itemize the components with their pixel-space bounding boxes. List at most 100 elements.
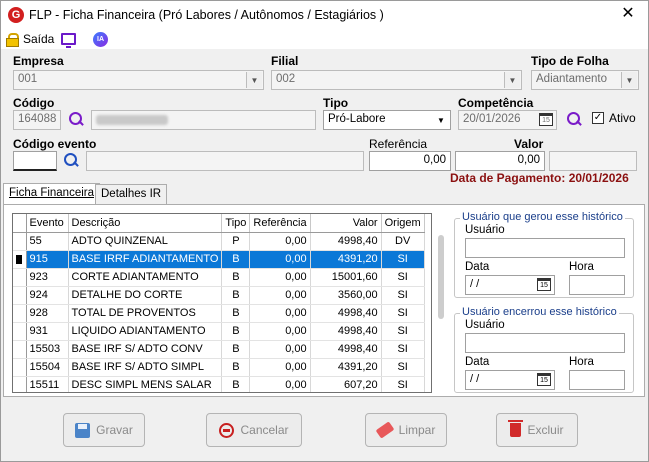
history-created-group: Usuário que gerou esse histórico Usuário… <box>454 211 634 298</box>
row-indicator <box>13 376 27 392</box>
table-header: Evento Descrição Tipo Referência Valor O… <box>13 214 425 233</box>
ativo-label: Ativo <box>609 111 636 125</box>
cell-referencia: 0,00 <box>249 304 311 323</box>
row-indicator <box>13 232 27 251</box>
closed-time-field[interactable] <box>569 370 625 390</box>
filial-value: 002 <box>276 73 296 85</box>
exit-button[interactable]: Saída <box>6 30 54 48</box>
codigo-label: Código <box>13 96 55 110</box>
table-row[interactable]: 15503 BASE IRF S/ ADTO CONV B 0,00 4998,40 SI <box>13 340 425 359</box>
tab-detalhes-ir[interactable]: Detalhes IR <box>95 184 168 205</box>
col-evento[interactable]: Evento <box>26 214 69 233</box>
created-user-field[interactable] <box>465 238 625 258</box>
table-row[interactable]: 55 ADTO QUINZENAL P 0,00 4998,40 DV <box>13 232 425 251</box>
created-date-field[interactable]: / / 15 <box>465 275 555 295</box>
cell-descricao: DESC SIMPL MENS SALAR <box>68 376 223 392</box>
cell-origem: SI <box>381 304 425 323</box>
empresa-select[interactable]: 001 ▼ <box>13 70 264 90</box>
tipo-folha-select[interactable]: Adiantamento ▼ <box>531 70 639 90</box>
col-origem[interactable]: Origem <box>381 214 425 233</box>
cell-evento: 55 <box>26 232 69 251</box>
table-row[interactable]: 931 LIQUIDO ADIANTAMENTO B 0,00 4998,40 SI <box>13 322 425 341</box>
cell-valor: 607,20 <box>310 376 382 392</box>
cell-origem: SI <box>381 358 425 377</box>
cell-referencia: 0,00 <box>249 268 311 287</box>
date-label: Data <box>465 356 490 368</box>
toolbar: Saída IA <box>1 29 648 49</box>
empresa-value: 001 <box>18 73 38 85</box>
delete-button[interactable]: Excluir <box>496 413 578 447</box>
filial-label: Filial <box>271 54 299 68</box>
history-closed-group: Usuário encerrou esse histórico Usuário … <box>454 306 634 393</box>
search-icon[interactable] <box>62 152 80 170</box>
empresa-label: Empresa <box>13 54 64 68</box>
clear-button[interactable]: Limpar <box>365 413 447 447</box>
monitor-button[interactable] <box>61 30 76 48</box>
col-tipo[interactable]: Tipo <box>221 214 251 233</box>
cell-origem: SI <box>381 268 425 287</box>
ativo-checkbox[interactable]: ✓ <box>592 112 604 124</box>
extra-field <box>549 151 637 171</box>
calendar-icon[interactable]: 15 <box>539 113 553 126</box>
cell-descricao: LIQUIDO ADIANTAMENTO <box>68 322 223 341</box>
events-grid[interactable]: Evento Descrição Tipo Referência Valor O… <box>12 213 432 393</box>
search-icon[interactable] <box>67 111 85 129</box>
search-icon[interactable] <box>565 111 583 129</box>
codigo-field[interactable]: 164088 <box>13 110 61 130</box>
col-valor[interactable]: Valor <box>310 214 382 233</box>
calendar-icon[interactable]: 15 <box>537 373 551 386</box>
cell-referencia: 0,00 <box>249 232 311 251</box>
save-button[interactable]: Gravar <box>63 413 145 447</box>
table-row[interactable]: 923 CORTE ADIANTAMENTO B 0,00 15001,60 SI <box>13 268 425 287</box>
save-label: Gravar <box>96 423 133 437</box>
created-time-field[interactable] <box>569 275 625 295</box>
closed-user-field[interactable] <box>465 333 625 353</box>
user-label: Usuário <box>465 224 505 236</box>
referencia-field[interactable]: 0,00 <box>369 151 451 171</box>
calendar-icon[interactable]: 15 <box>537 278 551 291</box>
table-row[interactable]: 924 DETALHE DO CORTE B 0,00 3560,00 SI <box>13 286 425 305</box>
cell-referencia: 0,00 <box>249 376 311 392</box>
codigo-evento-field[interactable] <box>13 151 57 171</box>
grid-scrollbar[interactable] <box>438 235 444 319</box>
competencia-field[interactable]: 20/01/2026 15 <box>458 110 557 130</box>
app-logo-icon: G <box>8 7 24 23</box>
table-row[interactable]: 928 TOTAL DE PROVENTOS B 0,00 4998,40 SI <box>13 304 425 323</box>
filial-select[interactable]: 002 ▼ <box>271 70 522 90</box>
closed-date-field[interactable]: / / 15 <box>465 370 555 390</box>
chevron-down-icon: ▼ <box>246 72 262 88</box>
ia-button[interactable]: IA <box>93 30 108 48</box>
cell-tipo: B <box>221 268 251 287</box>
row-indicator <box>13 304 27 323</box>
cancel-button[interactable]: Cancelar <box>206 413 302 447</box>
cell-tipo: B <box>221 358 251 377</box>
tab-ficha-financeira[interactable]: Ficha Financeira <box>3 183 101 205</box>
valor-field[interactable]: 0,00 <box>455 151 545 171</box>
cell-origem: SI <box>381 322 425 341</box>
employee-name-field <box>91 110 316 130</box>
created-date-value: / / <box>470 278 480 290</box>
cell-referencia: 0,00 <box>249 358 311 377</box>
cell-descricao: BASE IRF S/ ADTO SIMPL <box>68 358 223 377</box>
col-referencia[interactable]: Referência <box>249 214 311 233</box>
table-row[interactable]: 15511 DESC SIMPL MENS SALAR B 0,00 607,20 SI <box>13 376 425 392</box>
trash-icon <box>508 420 524 437</box>
table-row[interactable]: 915 BASE IRRF ADIANTAMENTO B 0,00 4391,20 SI <box>13 250 425 269</box>
tipo-select[interactable]: Pró-Labore ▼ <box>323 110 451 130</box>
table-row[interactable]: 15504 BASE IRF S/ ADTO SIMPL B 0,00 4391,20 S… <box>13 358 425 377</box>
cell-origem: SI <box>381 286 425 305</box>
time-label: Hora <box>569 356 594 368</box>
cell-origem: SI <box>381 250 425 269</box>
history-closed-title: Usuário encerrou esse histórico <box>460 306 619 318</box>
competencia-value: 20/01/2026 <box>463 113 521 125</box>
cell-valor: 4391,20 <box>310 250 382 269</box>
tipo-folha-label: Tipo de Folha <box>531 54 609 68</box>
cell-tipo: B <box>221 286 251 305</box>
cell-descricao: BASE IRF S/ ADTO CONV <box>68 340 223 359</box>
col-descricao[interactable]: Descrição <box>68 214 223 233</box>
cell-valor: 4391,20 <box>310 358 382 377</box>
cell-descricao: CORTE ADIANTAMENTO <box>68 268 223 287</box>
close-icon[interactable]: ✕ <box>618 4 638 24</box>
row-indicator <box>13 250 27 269</box>
cell-valor: 3560,00 <box>310 286 382 305</box>
